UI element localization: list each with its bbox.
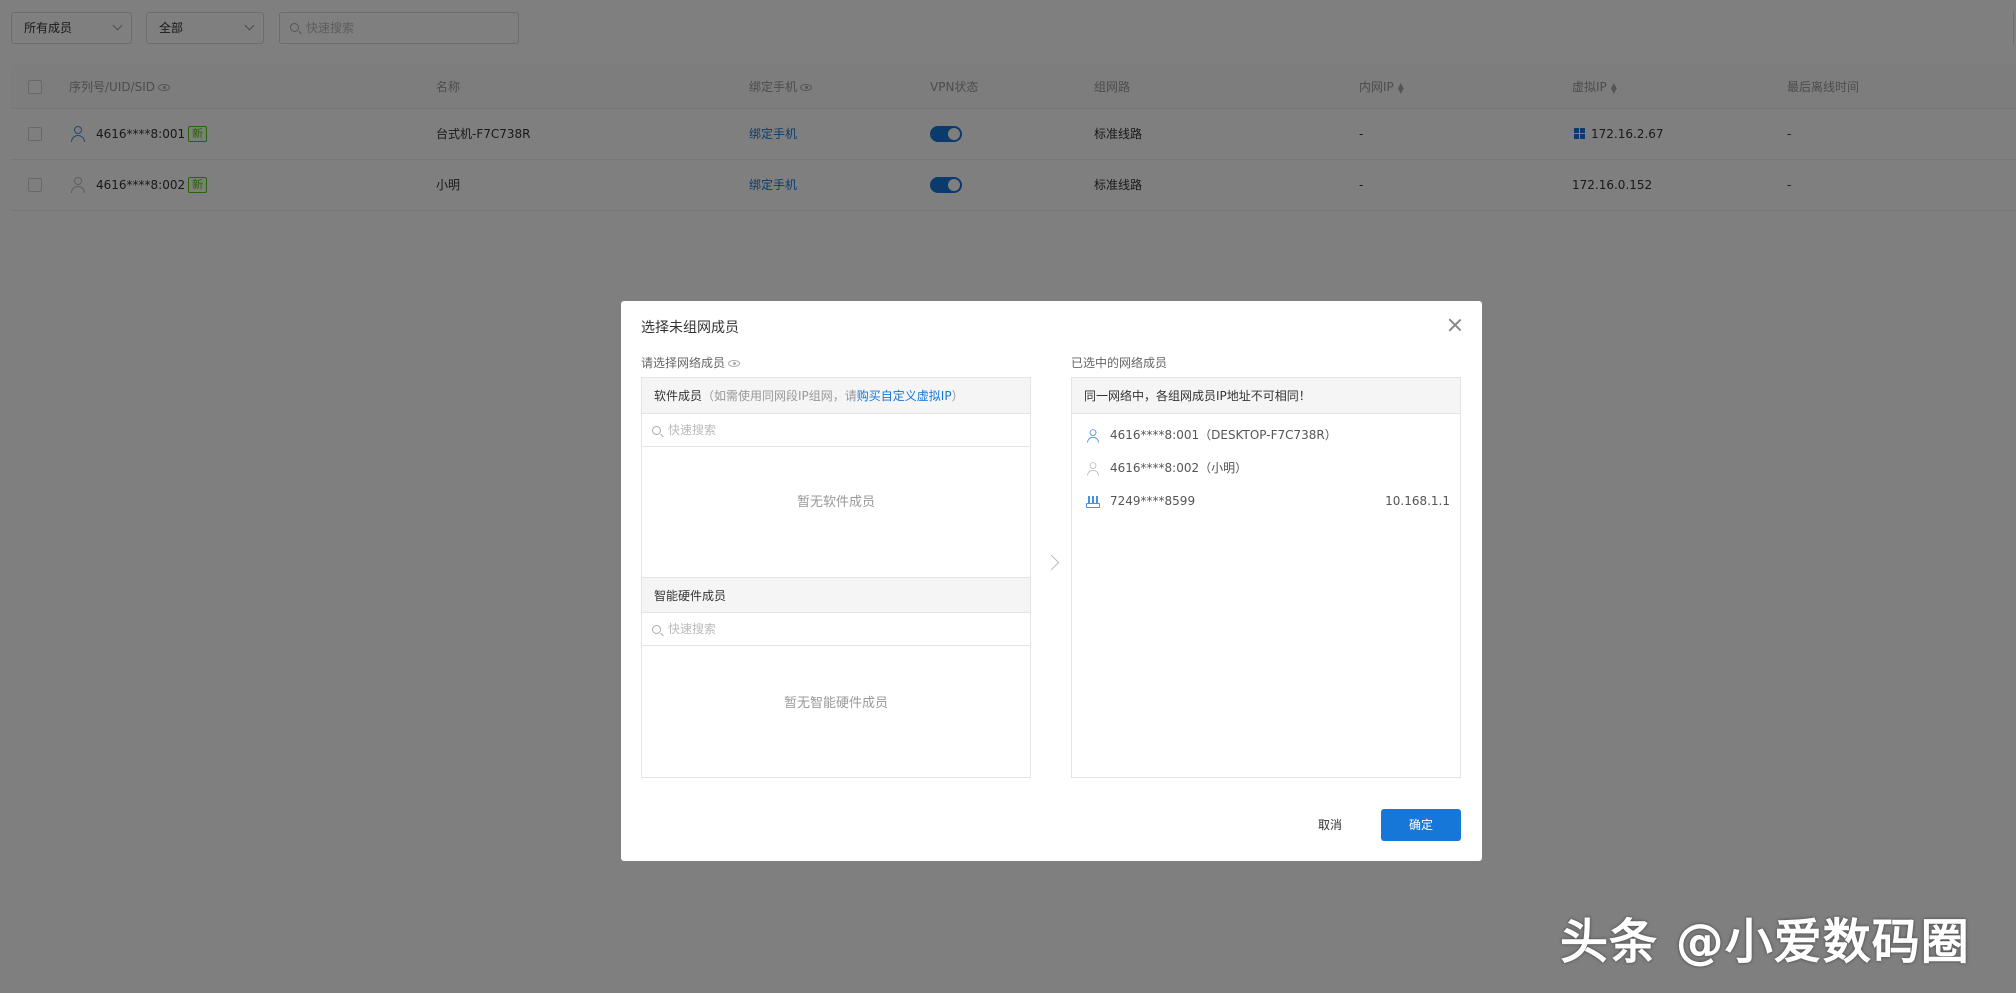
software-search-input[interactable]: 快速搜索 [642, 414, 1030, 447]
left-section-label-text: 请选择网络成员 [641, 356, 726, 370]
software-empty-text: 暂无软件成员 [796, 495, 875, 510]
watermark-text: 头条 @小爱数码圈 [1560, 914, 1970, 970]
search-icon [652, 426, 661, 435]
user-icon [1087, 462, 1099, 476]
software-search-placeholder: 快速搜索 [668, 423, 717, 437]
close-icon[interactable] [1448, 318, 1462, 332]
select-members-modal: 选择未组网成员 请选择网络成员 软件成员（如需使用同网段IP组网，请购买自定义虚… [621, 301, 1482, 861]
software-hint-prefix: （如需使用同网段IP组网，请 [702, 389, 857, 403]
software-hint-suffix: ） [951, 389, 964, 403]
user-icon [1087, 429, 1099, 443]
hardware-search-input[interactable]: 快速搜索 [642, 613, 1030, 646]
hardware-search-placeholder: 快速搜索 [668, 622, 717, 636]
selected-member-text: 4616****8:001（DESKTOP-F7C738R） [1110, 428, 1337, 442]
member-source-panel: 软件成员（如需使用同网段IP组网，请购买自定义虚拟IP） 快速搜索 暂无软件成员… [641, 377, 1031, 778]
chevron-right-icon[interactable] [1043, 554, 1060, 571]
confirm-button[interactable]: 确定 [1381, 809, 1461, 841]
router-icon [1086, 496, 1100, 508]
selected-member-text: 4616****8:002（小明） [1110, 461, 1248, 475]
ip-uniqueness-notice: 同一网络中，各组网成员IP地址不可相同！ [1072, 378, 1460, 414]
software-members-title: 软件成员 [654, 389, 703, 403]
eye-icon[interactable] [728, 360, 741, 367]
buy-custom-ip-link[interactable]: 购买自定义虚拟IP [857, 389, 952, 403]
selected-member-text: 7249****8599 [1110, 494, 1196, 508]
selected-member-ip: 10.168.1.1 [1385, 494, 1450, 508]
hardware-empty-text: 暂无智能硬件成员 [783, 696, 888, 711]
hardware-members-header: 智能硬件成员 [642, 577, 1030, 613]
left-section-label: 请选择网络成员 [641, 354, 741, 371]
cancel-button[interactable]: 取消 [1298, 809, 1362, 841]
selected-member-item[interactable]: 7249****8599 10.168.1.1 [1072, 485, 1460, 518]
modal-title: 选择未组网成员 [641, 320, 739, 336]
search-icon [652, 625, 661, 634]
right-section-label: 已选中的网络成员 [1071, 356, 1168, 370]
software-members-header: 软件成员（如需使用同网段IP组网，请购买自定义虚拟IP） [642, 378, 1030, 414]
hardware-members-title: 智能硬件成员 [654, 589, 727, 603]
selected-members-panel: 同一网络中，各组网成员IP地址不可相同！ 4616****8:001（DESKT… [1071, 377, 1461, 778]
selected-member-item[interactable]: 4616****8:002（小明） [1072, 452, 1460, 485]
selected-member-item[interactable]: 4616****8:001（DESKTOP-F7C738R） [1072, 419, 1460, 452]
